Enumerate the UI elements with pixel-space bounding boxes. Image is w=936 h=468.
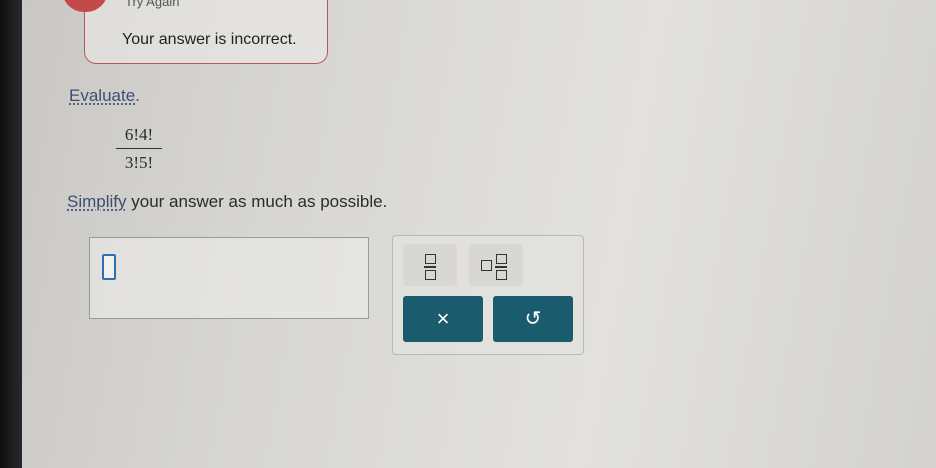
undo-button[interactable]: ↺ xyxy=(493,296,573,342)
expression-denominator: 3!5! xyxy=(124,153,154,172)
mixed-number-icon xyxy=(481,260,492,271)
mixed-number-button[interactable] xyxy=(469,244,523,286)
feedback-title: Try Again xyxy=(125,0,180,9)
simplify-link[interactable]: Simplify xyxy=(67,192,127,211)
answer-input[interactable] xyxy=(89,237,369,319)
prompt-period: . xyxy=(135,86,140,105)
input-cursor xyxy=(102,254,116,280)
screen-bezel xyxy=(0,0,22,468)
instruction-text: Simplify your answer as much as possible… xyxy=(67,192,387,212)
clear-button[interactable]: × xyxy=(403,296,483,342)
question-prompt: Evaluate. xyxy=(69,86,140,106)
evaluate-link[interactable]: Evaluate xyxy=(69,86,135,105)
factorial-expression: 6!4! 3!5! xyxy=(116,125,162,173)
feedback-message: Your answer is incorrect. xyxy=(122,31,297,48)
mixed-fraction-icon xyxy=(495,254,507,280)
math-keypad: × ↺ xyxy=(392,235,584,355)
fraction-button[interactable] xyxy=(403,244,457,286)
instruction-rest: your answer as much as possible. xyxy=(126,192,388,211)
expression-numerator: 6!4! xyxy=(116,125,162,149)
fraction-icon xyxy=(424,254,436,280)
